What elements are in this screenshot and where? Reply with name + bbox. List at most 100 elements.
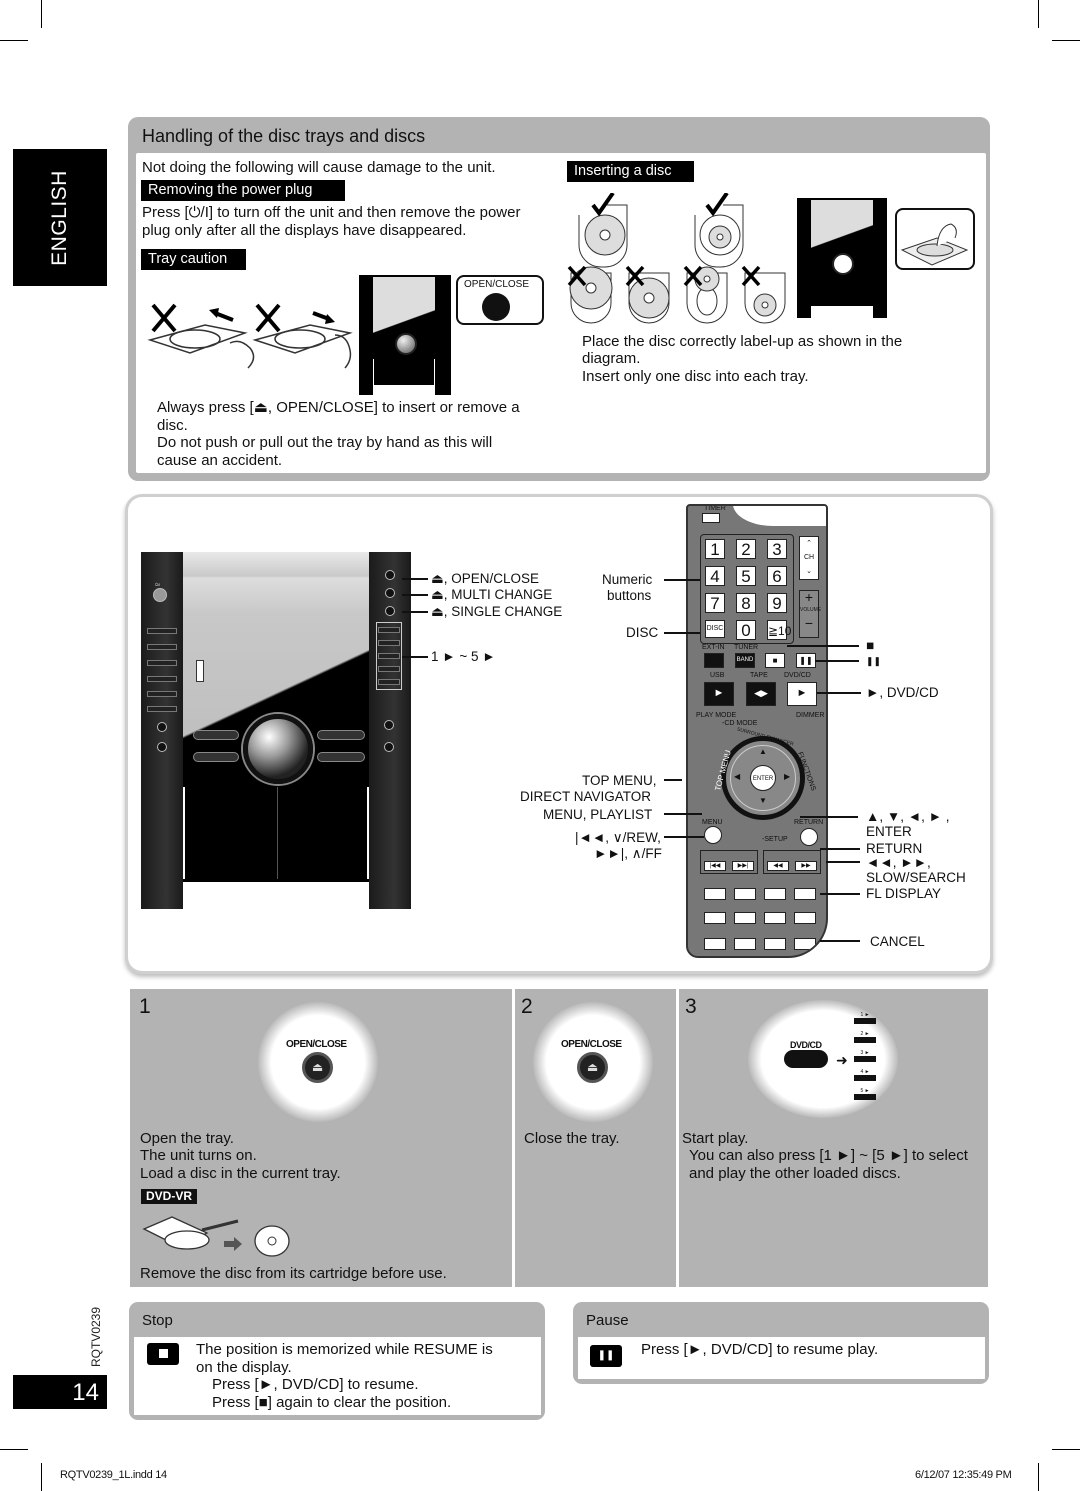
menu-playlist-button[interactable] <box>704 826 722 844</box>
key-flat-button[interactable] <box>734 912 756 924</box>
footer-filename: RQTV0239_1L.indd 14 <box>60 1469 167 1481</box>
key-8[interactable]: 8 <box>736 593 756 613</box>
tray-4-button-small[interactable] <box>854 1075 876 1081</box>
callout-label: OPEN/CLOSE <box>464 279 530 290</box>
leader-line <box>800 816 858 818</box>
return-button[interactable] <box>800 828 818 846</box>
remote-stop-button[interactable]: ■ <box>765 653 785 668</box>
unit-function-buttons-right[interactable] <box>317 752 365 762</box>
ch-select-button[interactable] <box>764 938 786 950</box>
unit-single-change-button[interactable] <box>385 606 395 616</box>
incorrect-placement-3 <box>683 265 728 324</box>
power-button[interactable] <box>153 588 167 602</box>
key-6[interactable]: 6 <box>767 566 787 586</box>
label-multi-change: ⏏, MULTI CHANGE <box>431 587 553 602</box>
key-4[interactable]: 4 <box>705 566 725 586</box>
volume-rocker[interactable]: + VOLUME − <box>799 590 821 638</box>
navigation-ring[interactable]: ENTER ▲ ▼ ◀ ▶ <box>721 736 805 820</box>
tray-4-button[interactable] <box>378 666 400 672</box>
super-surround-button[interactable] <box>147 644 177 650</box>
tray-3-button[interactable] <box>378 653 400 659</box>
key-sharp-button[interactable] <box>764 912 786 924</box>
key-3[interactable]: 3 <box>767 539 787 559</box>
unit-open-close-button[interactable] <box>385 570 395 580</box>
mic-2-jack <box>384 742 394 752</box>
label-pause: ❚❚ <box>866 656 882 666</box>
leader-line <box>402 578 428 580</box>
step-2-open-close-button[interactable]: ⏏ <box>577 1052 608 1083</box>
unit-base <box>183 882 369 909</box>
down-arrow-icon[interactable]: ▼ <box>759 796 767 805</box>
up-arrow-icon[interactable]: ▲ <box>759 747 767 756</box>
key-1[interactable]: 1 <box>705 539 725 559</box>
key-7[interactable]: 7 <box>705 593 725 613</box>
subwoofer-remote-button[interactable] <box>704 888 726 900</box>
eject-icon: ⏏ <box>311 1060 324 1074</box>
fast-forward-button[interactable]: ▶▶ <box>795 861 817 871</box>
unit-multi-change-button[interactable] <box>385 588 395 598</box>
key-5[interactable]: 5 <box>736 566 756 586</box>
label-arrows: ▲, ▼, ◄, ► , <box>866 809 950 824</box>
v-mute-button[interactable] <box>704 912 726 924</box>
channel-rocker[interactable]: ⌃ CH ⌄ <box>799 536 819 580</box>
tray-caution-line-3: Do not push or pull out the tray by hand… <box>157 434 493 451</box>
menu-label: MENU <box>702 819 723 826</box>
pause-title: Pause <box>586 1312 629 1329</box>
sound-button[interactable] <box>734 888 756 900</box>
audio-button[interactable] <box>734 938 756 950</box>
key-10-plus[interactable]: ≧10 <box>767 620 791 640</box>
leader-line <box>820 940 860 942</box>
label-search-1: ◄◄, ►►, <box>866 855 931 870</box>
disc-key[interactable]: DISC <box>705 620 725 638</box>
tray-5-button[interactable] <box>378 679 400 685</box>
tray-1-button-small[interactable] <box>854 1018 876 1024</box>
step-1-open-close-button[interactable]: ⏏ <box>302 1052 333 1083</box>
volume-knob[interactable] <box>243 714 313 784</box>
skip-forward-button[interactable]: ▶▶| <box>732 861 754 871</box>
key-9[interactable]: 9 <box>767 593 787 613</box>
tray-1-button[interactable] <box>378 627 400 633</box>
left-arrow-icon[interactable]: ◀ <box>734 772 740 781</box>
skip-back-button[interactable]: |◀◀ <box>704 861 726 871</box>
tray-2-button-small[interactable] <box>854 1037 876 1043</box>
sound-eq-button[interactable] <box>147 676 177 682</box>
remote-pause-button[interactable]: ❚❚ <box>796 653 816 668</box>
unit-source-buttons-right[interactable] <box>317 730 365 740</box>
surround-enhancer-button[interactable] <box>147 628 177 634</box>
tray-5-button-small[interactable] <box>854 1094 876 1100</box>
crop-mark <box>41 1463 42 1491</box>
c-focus-button[interactable] <box>794 912 816 924</box>
rewind-button[interactable]: ◀◀ <box>767 861 789 871</box>
key-0[interactable]: 0 <box>736 620 756 640</box>
power-plug-line-1: Press [⏻/I] to turn off the unit and the… <box>142 204 521 221</box>
mic-1-jack <box>384 720 394 730</box>
step-3-dvdcd-button[interactable] <box>784 1050 828 1068</box>
ext-in-button[interactable] <box>704 653 724 668</box>
step-3-tray-buttons: 1 ► 2 ► 3 ► 4 ► 5 ► <box>854 1012 876 1100</box>
dvdcd-play-button[interactable]: ► <box>787 682 817 706</box>
band-button[interactable]: BAND <box>735 653 755 668</box>
key-2[interactable]: 2 <box>736 539 756 559</box>
incorrect-placement-4 <box>741 265 786 324</box>
tray-3-button-small[interactable] <box>854 1056 876 1062</box>
subwoofer-button[interactable] <box>147 691 177 697</box>
muting-cancel-button[interactable] <box>794 938 816 950</box>
super-sound-eq-button[interactable] <box>147 660 177 666</box>
page-number: 14 <box>13 1375 107 1409</box>
remote-timer-button[interactable] <box>702 513 720 523</box>
repeat-button[interactable] <box>764 888 786 900</box>
usb-play-button-remote[interactable]: ► <box>704 682 734 706</box>
unit-source-buttons-left[interactable] <box>193 730 239 740</box>
incorrect-placement-2 <box>625 265 670 324</box>
unit-function-buttons-left[interactable] <box>193 752 239 762</box>
fl-display-button[interactable] <box>794 888 816 900</box>
main-unit-front: ⏻/I <box>141 552 411 909</box>
tray-2-button[interactable] <box>378 640 400 646</box>
right-arrow-icon[interactable]: ▶ <box>784 772 790 781</box>
enter-button[interactable]: ENTER <box>750 765 776 791</box>
tape-play-button[interactable]: ◀▶ <box>746 682 776 706</box>
crop-mark <box>1052 1449 1080 1450</box>
label-numeric-1: Numeric <box>602 572 653 587</box>
usb-play-button[interactable] <box>147 706 177 712</box>
echo-button[interactable] <box>704 938 726 950</box>
